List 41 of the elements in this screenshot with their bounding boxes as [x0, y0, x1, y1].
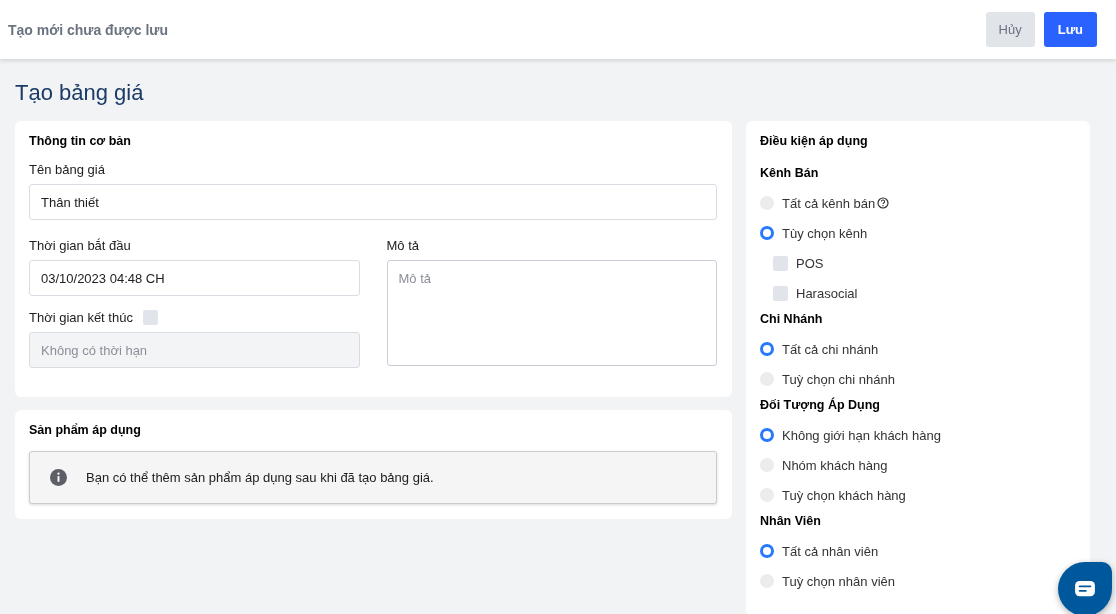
page-status-title: Tạo mới chưa được lưu — [8, 21, 168, 38]
card-title: Thông tin cơ bản — [29, 134, 132, 148]
checkbox[interactable] — [773, 255, 788, 271]
checkbox[interactable] — [142, 310, 158, 325]
option-label[interactable]: Nhóm khách hàng — [782, 457, 888, 473]
option-label[interactable]: Tuỳ chọn chi nhánh — [782, 371, 895, 387]
option-label[interactable]: Tất cả chi nhánh — [782, 341, 879, 357]
cancel-button[interactable]: Hủy — [985, 12, 1035, 47]
radio-button[interactable] — [760, 226, 774, 240]
option-label[interactable]: Tùy chọn kênh — [782, 225, 868, 241]
radio-button[interactable] — [760, 544, 774, 558]
option-label[interactable]: Tuỳ chọn khách hàng — [782, 487, 906, 503]
option-label[interactable]: Harasocial — [796, 285, 858, 301]
field-label: Thời gian kết thúc — [29, 310, 133, 325]
option-label[interactable]: Tất cả nhân viên — [782, 543, 879, 559]
radio-button[interactable] — [760, 428, 774, 442]
section-heading: Chi Nhánh — [760, 311, 824, 328]
radio-button[interactable] — [760, 342, 774, 356]
section-heading: Kênh Bán — [760, 165, 820, 182]
card-title: Điều kiện áp dụng — [760, 134, 869, 148]
chat-button[interactable] — [1058, 562, 1112, 614]
option-label[interactable]: Tất cả kênh bán — [782, 195, 876, 211]
field-label: Thời gian bắt đầu — [29, 238, 132, 253]
option-label[interactable]: Không giới hạn khách hàng — [782, 427, 941, 443]
card-title: Sản phẩm áp dụng — [29, 423, 142, 437]
description-field[interactable]: Mô tả — [386, 260, 717, 366]
chat-icon — [1074, 580, 1096, 598]
price-list-name-field[interactable]: Thân thiết — [29, 184, 717, 220]
field-label: Tên bảng giá — [29, 162, 106, 177]
section-heading: Nhân Viên — [760, 513, 822, 530]
info-icon — [50, 469, 67, 486]
start-time-field[interactable]: 03/10/2023 04:48 CH — [29, 260, 360, 296]
section-heading: Đối Tượng Áp Dụng — [760, 396, 881, 414]
notice-text: Bạn có thể thêm sản phẩm áp dụng sau khi đã tạo bảng giá. — [86, 470, 434, 485]
save-button[interactable]: Lưu — [1043, 12, 1097, 47]
help-icon[interactable] — [877, 197, 890, 209]
checkbox[interactable] — [773, 285, 788, 301]
field-label: Mô tả — [386, 238, 420, 253]
page-title: Tạo bảng giá — [15, 79, 145, 107]
option-label[interactable]: Tuỳ chọn nhân viên — [782, 573, 895, 589]
option-label[interactable]: POS — [796, 255, 824, 271]
